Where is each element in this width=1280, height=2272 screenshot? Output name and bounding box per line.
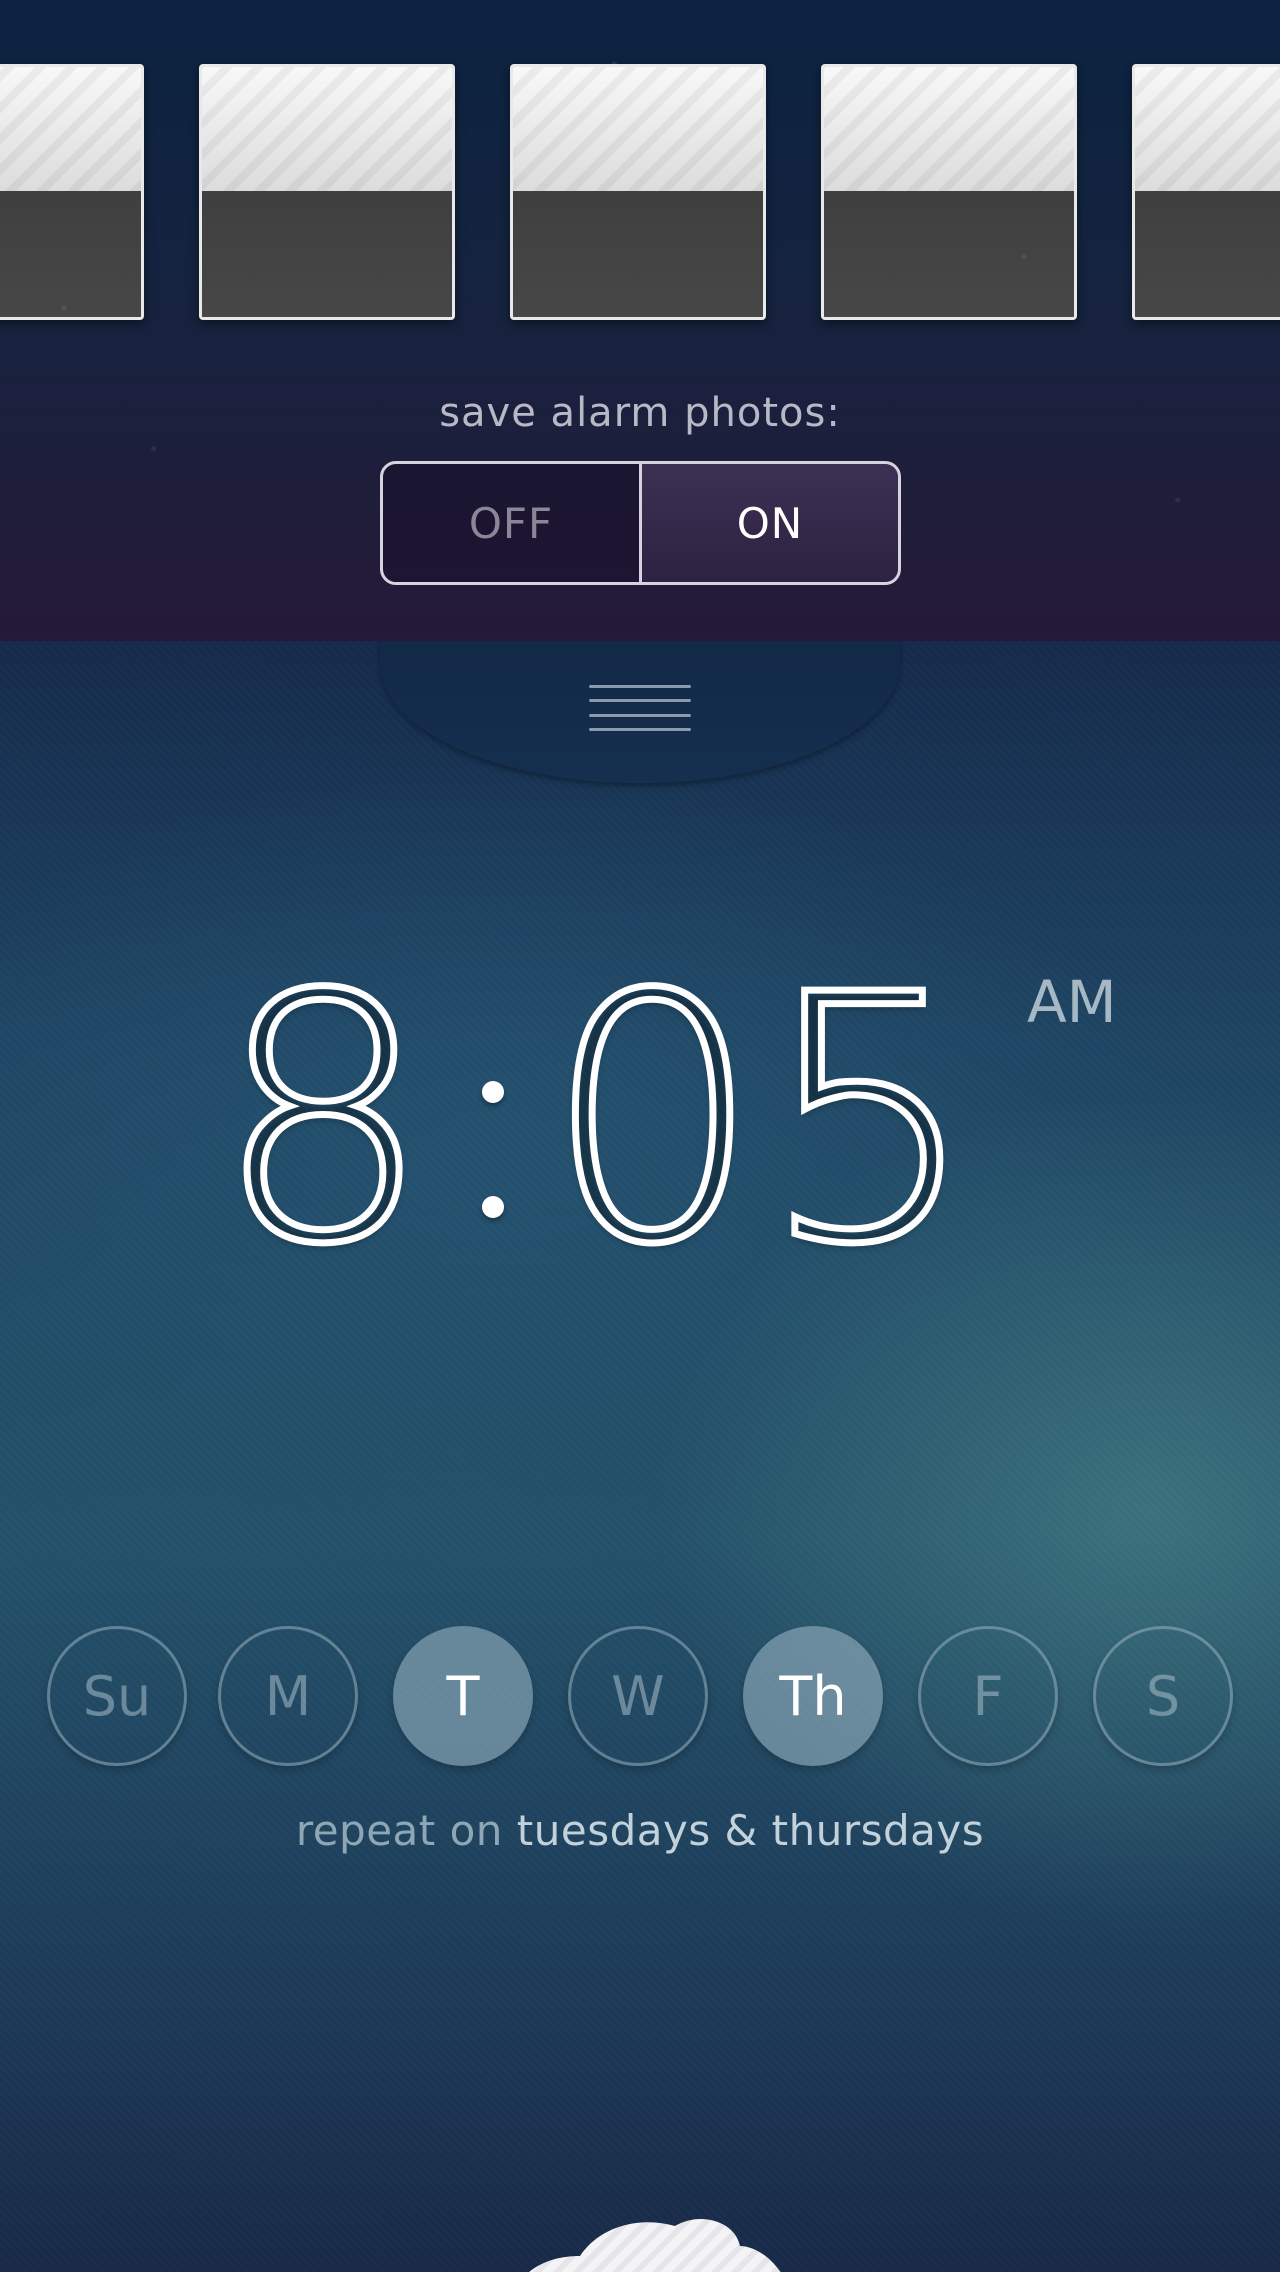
alarm-hour[interactable]: 8 xyxy=(211,948,434,1295)
photo-slot[interactable] xyxy=(821,64,1077,320)
alarm-panel: 8 05 AM Su M T W Th F S repeat on tuesda… xyxy=(0,641,1280,2272)
day-sunday[interactable]: Su xyxy=(47,1626,187,1766)
menu-icon-line xyxy=(589,685,691,688)
alarm-screen: save alarm photos: OFF ON 8 05 AM Su M T… xyxy=(0,0,1280,2272)
photo-placeholder-top xyxy=(1135,67,1280,191)
photo-slot[interactable] xyxy=(1132,64,1280,320)
day-thursday[interactable]: Th xyxy=(743,1626,883,1766)
menu-icon-line xyxy=(589,713,691,717)
repeat-prefix: repeat on xyxy=(295,1806,503,1855)
toggle-on-option[interactable]: ON xyxy=(642,464,898,582)
alarm-photos-drawer: save alarm photos: OFF ON xyxy=(0,0,1280,641)
toggle-off-option[interactable]: OFF xyxy=(383,464,642,582)
menu-icon-line xyxy=(589,727,691,731)
repeat-summary: repeat on tuesdays & thursdays xyxy=(0,1806,1280,1855)
photo-placeholder-bottom xyxy=(513,191,763,317)
photo-slot[interactable] xyxy=(510,64,766,320)
menu-icon[interactable] xyxy=(589,685,691,731)
photo-slot[interactable] xyxy=(199,64,455,320)
day-tuesday[interactable]: T xyxy=(393,1626,533,1766)
save-photos-label: save alarm photos: xyxy=(439,390,841,436)
cloud-icon[interactable] xyxy=(500,2186,800,2272)
photo-placeholder-top xyxy=(202,67,452,191)
repeat-days-text: tuesdays & thursdays xyxy=(516,1806,985,1855)
colon-dot-top xyxy=(482,1081,504,1103)
day-monday[interactable]: M xyxy=(218,1626,358,1766)
day-wednesday[interactable]: W xyxy=(568,1626,708,1766)
am-pm-indicator[interactable]: AM xyxy=(1027,968,1117,1036)
day-saturday[interactable]: S xyxy=(1093,1626,1233,1766)
photo-placeholder-bottom xyxy=(0,191,141,317)
photo-placeholder-top xyxy=(513,67,763,191)
alarm-minutes[interactable]: 05 xyxy=(542,948,982,1295)
photo-placeholder-top xyxy=(0,67,141,191)
photo-placeholder-bottom xyxy=(202,191,452,317)
save-photos-toggle[interactable]: OFF ON xyxy=(380,461,901,585)
menu-icon-line xyxy=(589,699,691,703)
day-friday[interactable]: F xyxy=(918,1626,1058,1766)
repeat-days-selector: Su M T W Th F S xyxy=(0,1626,1280,1770)
photo-slot[interactable] xyxy=(0,64,144,320)
photo-placeholder-top xyxy=(824,67,1074,191)
photo-placeholder-bottom xyxy=(1135,191,1280,317)
photo-placeholder-bottom xyxy=(824,191,1074,317)
colon-dot-bottom xyxy=(482,1196,504,1218)
